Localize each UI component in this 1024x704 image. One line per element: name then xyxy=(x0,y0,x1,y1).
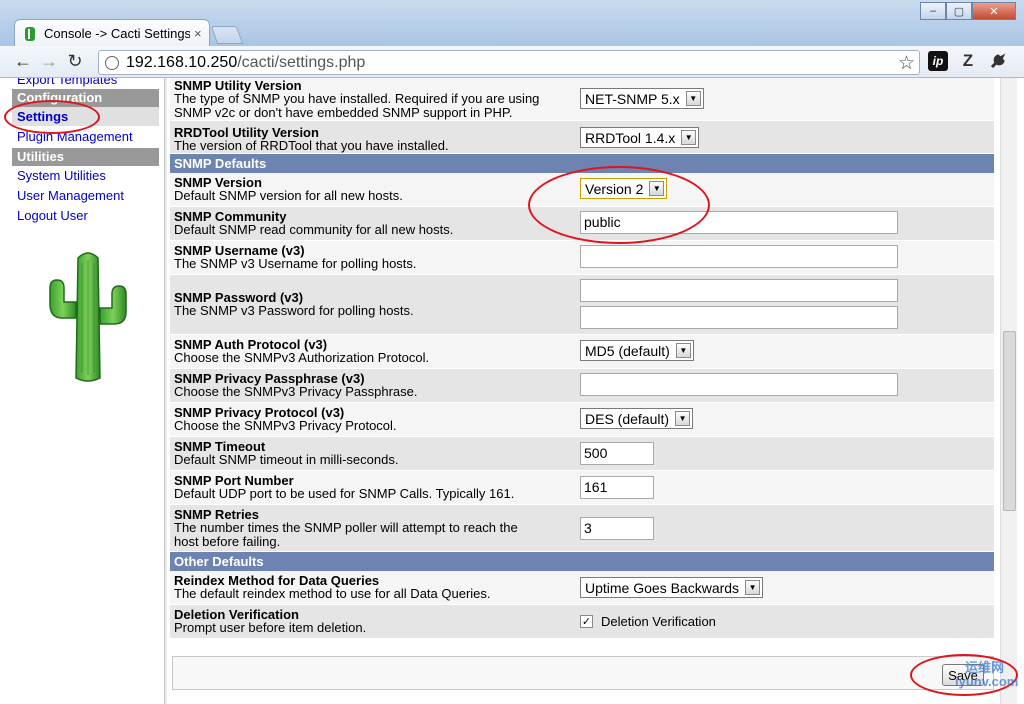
row-snmp-retries: SNMP Retries The number times the SNMP p… xyxy=(170,505,994,552)
tab-title: Console -> Cacti Settings xyxy=(44,26,190,41)
label-desc: Choose the SNMPv3 Privacy Protocol. xyxy=(174,418,397,433)
snmp-utility-select[interactable]: NET-SNMP 5.x ▼ xyxy=(580,88,704,109)
label-desc: SNMP v2c or don't have embedded SNMP sup… xyxy=(174,105,513,120)
snmp-privacy-passphrase-input[interactable] xyxy=(580,373,898,396)
z-extension-icon[interactable]: Z xyxy=(958,51,978,71)
save-bar xyxy=(172,656,994,690)
reload-icon[interactable]: ↻ xyxy=(62,49,88,75)
snmp-port-input[interactable]: 161 xyxy=(580,476,654,499)
row-reindex-method: Reindex Method for Data Queries The defa… xyxy=(170,571,994,605)
cacti-favicon-icon xyxy=(23,26,37,42)
menu-header-configuration: Configuration xyxy=(12,89,159,107)
sidebar-item-settings[interactable]: Settings xyxy=(12,107,159,127)
url-path: /cacti/settings.php xyxy=(237,53,366,71)
row-snmp-privacy-protocol: SNMP Privacy Protocol (v3) Choose the SN… xyxy=(170,403,994,437)
new-tab-button[interactable] xyxy=(210,26,244,44)
snmp-retries-input[interactable]: 3 xyxy=(580,517,654,540)
browser-tab[interactable]: Console -> Cacti Settings × xyxy=(14,19,210,47)
chevron-down-icon: ▼ xyxy=(745,580,761,595)
wrench-icon[interactable] xyxy=(988,51,1008,71)
cacti-logo xyxy=(42,248,134,383)
browser-titlebar: Console -> Cacti Settings × ‒ ▢ ✕ xyxy=(0,0,1024,47)
vertical-scrollbar[interactable] xyxy=(1000,78,1017,704)
chevron-down-icon: ▼ xyxy=(675,343,691,358)
address-bar[interactable]: 192.168.10.250/cacti/settings.php ☆ xyxy=(98,50,920,75)
label-desc: Choose the SNMPv3 Privacy Passphrase. xyxy=(174,384,418,399)
chevron-down-icon: ▼ xyxy=(685,91,701,106)
chevron-down-icon: ▼ xyxy=(675,411,691,426)
bookmark-star-icon[interactable]: ☆ xyxy=(898,52,915,75)
label-desc: Default SNMP timeout in milli-seconds. xyxy=(174,452,399,467)
snmp-privacy-protocol-select[interactable]: DES (default) ▼ xyxy=(580,408,694,429)
snmp-password-input[interactable] xyxy=(580,279,898,302)
row-snmp-timeout: SNMP Timeout Default SNMP timeout in mil… xyxy=(170,437,994,471)
snmp-password-confirm-input[interactable] xyxy=(580,306,898,329)
page-viewport: Export Templates Configuration Settings … xyxy=(0,78,1024,704)
row-snmp-auth-protocol: SNMP Auth Protocol (v3) Choose the SNMPv… xyxy=(170,335,994,369)
sidebar-item-logout-user[interactable]: Logout User xyxy=(12,206,159,226)
tab-close-icon[interactable]: × xyxy=(194,26,202,41)
menu-header-utilities: Utilities xyxy=(12,148,159,166)
deletion-verification-checkbox[interactable]: ✓ xyxy=(580,615,593,628)
label-desc: host before failing. xyxy=(174,534,281,549)
section-header-other-defaults: Other Defaults xyxy=(170,552,994,571)
row-snmp-password: SNMP Password (v3) The SNMP v3 Password … xyxy=(170,275,994,335)
label-desc: The version of RRDTool that you have ins… xyxy=(174,138,449,153)
label-desc: The SNMP v3 Password for polling hosts. xyxy=(174,303,414,318)
maximize-button[interactable]: ▢ xyxy=(946,2,972,20)
label-desc: Default SNMP read community for all new … xyxy=(174,222,454,237)
label-desc: The type of SNMP you have installed. Req… xyxy=(174,91,540,106)
reindex-method-select[interactable]: Uptime Goes Backwards ▼ xyxy=(580,577,764,598)
snmp-community-input[interactable]: public xyxy=(580,211,898,234)
deletion-verification-label[interactable]: Deletion Verification xyxy=(601,614,716,629)
snmp-version-select[interactable]: Version 2 ▼ xyxy=(580,178,668,199)
section-header-snmp-defaults: SNMP Defaults xyxy=(170,154,994,173)
row-snmp-port: SNMP Port Number Default UDP port to be … xyxy=(170,471,994,505)
window-controls: ‒ ▢ ✕ xyxy=(920,2,1016,20)
label-desc: The number times the SNMP poller will at… xyxy=(174,520,518,535)
chevron-down-icon: ▼ xyxy=(681,130,697,145)
row-snmp-privacy-passphrase: SNMP Privacy Passphrase (v3) Choose the … xyxy=(170,369,994,403)
ip-extension-icon[interactable]: ip xyxy=(928,51,948,71)
row-snmp-username: SNMP Username (v3) The SNMP v3 Username … xyxy=(170,241,994,275)
label-desc: The default reindex method to use for al… xyxy=(174,586,491,601)
scrollbar-thumb[interactable] xyxy=(1003,331,1016,511)
forward-arrow-icon[interactable]: → xyxy=(36,49,62,75)
sidebar-item-user-management[interactable]: User Management xyxy=(12,186,159,206)
page-info-icon[interactable] xyxy=(105,55,119,70)
sidebar-item-plugin-management[interactable]: Plugin Management xyxy=(12,127,159,147)
frame-divider[interactable] xyxy=(164,78,167,704)
snmp-auth-select[interactable]: MD5 (default) ▼ xyxy=(580,340,694,361)
label-desc: Prompt user before item deletion. xyxy=(174,620,367,635)
label-desc: The SNMP v3 Username for polling hosts. xyxy=(174,256,417,271)
sidebar-item-system-utilities[interactable]: System Utilities xyxy=(12,166,159,186)
chevron-down-icon: ▼ xyxy=(649,181,665,196)
row-snmp-version: SNMP Version Default SNMP version for al… xyxy=(170,173,994,207)
label-desc: Default SNMP version for all new hosts. xyxy=(174,188,403,203)
label-desc: Choose the SNMPv3 Authorization Protocol… xyxy=(174,350,430,365)
sidebar-item-export-templates[interactable]: Export Templates xyxy=(12,78,159,88)
row-rrdtool-version: RRDTool Utility Version The version of R… xyxy=(170,121,994,154)
row-snmp-community: SNMP Community Default SNMP read communi… xyxy=(170,207,994,241)
back-arrow-icon[interactable]: ← xyxy=(10,49,36,75)
settings-form: SNMP Utility Version The type of SNMP yo… xyxy=(170,78,994,639)
browser-toolbar: ← → ↻ 192.168.10.250/cacti/settings.php … xyxy=(0,46,1024,78)
rrdtool-select[interactable]: RRDTool 1.4.x ▼ xyxy=(580,127,700,148)
row-snmp-utility-version: SNMP Utility Version The type of SNMP yo… xyxy=(170,78,994,121)
sidebar-menu: Export Templates Configuration Settings … xyxy=(12,78,159,704)
snmp-username-input[interactable] xyxy=(580,245,898,268)
watermark-logo: 运维网 iyunv.com xyxy=(955,660,1019,689)
label-desc: Default UDP port to be used for SNMP Cal… xyxy=(174,486,515,501)
close-window-button[interactable]: ✕ xyxy=(972,2,1016,20)
row-deletion-verification: Deletion Verification Prompt user before… xyxy=(170,605,994,639)
snmp-timeout-input[interactable]: 500 xyxy=(580,442,654,465)
url-host: 192.168.10.250 xyxy=(126,53,238,71)
minimize-button[interactable]: ‒ xyxy=(920,2,946,20)
